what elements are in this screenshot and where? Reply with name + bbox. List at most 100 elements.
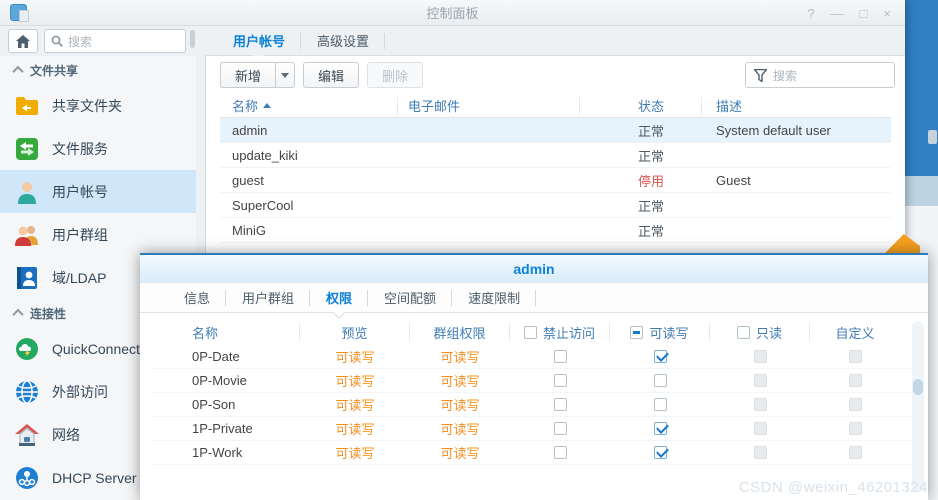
app-icon	[10, 4, 27, 21]
ro-all-checkbox[interactable]	[737, 326, 750, 339]
forbid-checkbox[interactable]	[554, 422, 567, 435]
ro-checkbox[interactable]	[754, 350, 767, 363]
perm-row[interactable]: 1P-Private 可读写 可读写	[152, 417, 916, 441]
forbid-checkbox[interactable]	[554, 350, 567, 363]
group-perm: 可读写	[410, 419, 510, 438]
table-row[interactable]: SuperCool 正常	[220, 193, 891, 218]
file-services-icon	[14, 136, 40, 162]
section-label: 文件共享	[30, 62, 78, 79]
perm-col-preview[interactable]: 预览	[300, 323, 410, 341]
perm-row[interactable]: 1P-Work 可读写 可读写	[152, 441, 916, 465]
minimize-icon[interactable]: —	[831, 6, 844, 21]
column-header-desc[interactable]: 描述	[702, 97, 891, 115]
forbid-checkbox[interactable]	[554, 398, 567, 411]
perm-row[interactable]: 0P-Son 可读写 可读写	[152, 393, 916, 417]
close-icon[interactable]: ×	[883, 6, 891, 21]
tab-speed-limit[interactable]: 速度限制	[452, 283, 536, 312]
delete-button[interactable]: 删除	[367, 62, 423, 88]
custom-checkbox[interactable]	[849, 422, 862, 435]
sidebar-item-file-services[interactable]: 文件服务	[0, 127, 196, 170]
ro-checkbox[interactable]	[754, 446, 767, 459]
user-table: 名称 电子邮件 状态 描述 admin 正常 System default us…	[220, 94, 891, 243]
custom-checkbox[interactable]	[849, 398, 862, 411]
tab-info[interactable]: 信息	[168, 283, 226, 312]
external-access-icon	[14, 379, 40, 405]
ro-checkbox[interactable]	[754, 398, 767, 411]
search-icon	[51, 35, 63, 47]
perm-row[interactable]: 0P-Movie 可读写 可读写	[152, 369, 916, 393]
sidebar-scrollbar-thumb[interactable]	[190, 30, 195, 48]
tab-label: 高级设置	[317, 31, 369, 50]
search-placeholder: 搜索	[68, 33, 92, 50]
column-header-name[interactable]: 名称	[220, 97, 398, 115]
add-button[interactable]: 新增	[220, 62, 275, 88]
sidebar-section-file-sharing[interactable]: 文件共享	[0, 56, 196, 84]
column-header-email[interactable]: 电子邮件	[398, 97, 580, 115]
preview-perm: 可读写	[300, 395, 410, 414]
home-button[interactable]	[8, 29, 38, 53]
wallpaper-band	[905, 176, 938, 206]
filter-placeholder: 搜索	[773, 67, 797, 84]
csdn-watermark: CSDN @weixin_46201324	[739, 479, 928, 496]
network-icon	[14, 422, 40, 448]
edit-button[interactable]: 编辑	[303, 62, 359, 88]
tab-quota[interactable]: 空间配额	[368, 283, 452, 312]
dialog-scrollbar[interactable]	[912, 321, 924, 492]
titlebar[interactable]: 控制面板 ? — □ ×	[0, 0, 905, 26]
rw-checkbox[interactable]	[654, 374, 667, 387]
forbid-checkbox[interactable]	[554, 446, 567, 459]
perm-col-ro[interactable]: 只读	[710, 323, 810, 341]
search-input[interactable]: 搜索	[44, 29, 186, 53]
tab-permissions[interactable]: 权限	[310, 283, 368, 312]
tab-user-accounts[interactable]: 用户帐号	[217, 26, 301, 55]
dialog-titlebar[interactable]: admin	[140, 255, 928, 283]
table-row[interactable]: MiniG 正常	[220, 218, 891, 243]
forbid-checkbox[interactable]	[554, 374, 567, 387]
help-icon[interactable]: ?	[807, 6, 814, 21]
perm-col-group[interactable]: 群组权限	[410, 323, 510, 341]
user-name: admin	[220, 123, 398, 138]
filter-icon	[754, 69, 767, 82]
table-row[interactable]: update_kiki 正常	[220, 143, 891, 168]
sidebar-item-user-accounts[interactable]: 用户帐号	[0, 170, 196, 213]
perm-row[interactable]: 0P-Date 可读写 可读写	[152, 345, 916, 369]
custom-checkbox[interactable]	[849, 350, 862, 363]
perm-col-rw[interactable]: 可读写	[610, 323, 710, 341]
table-row[interactable]: admin 正常 System default user	[220, 118, 891, 143]
perm-col-custom[interactable]: 自定义	[810, 323, 900, 341]
custom-checkbox[interactable]	[849, 374, 862, 387]
ro-checkbox[interactable]	[754, 374, 767, 387]
rw-all-checkbox[interactable]	[630, 326, 643, 339]
user-name: update_kiki	[220, 148, 398, 163]
section-label: 连接性	[30, 305, 66, 322]
dialog-tab-bar: 信息 用户群组 权限 空间配额 速度限制	[140, 283, 928, 313]
tab-advanced-settings[interactable]: 高级设置	[301, 26, 385, 55]
user-status: 正常	[580, 146, 702, 165]
folder-name: 0P-Date	[152, 349, 300, 364]
desktop-scrollbar-thumb[interactable]	[928, 130, 937, 144]
toolbar: 新增 编辑 删除 搜索	[206, 56, 905, 94]
ro-checkbox[interactable]	[754, 422, 767, 435]
user-name: MiniG	[220, 223, 398, 238]
add-dropdown-button[interactable]	[275, 62, 295, 88]
group-perm: 可读写	[410, 371, 510, 390]
rw-checkbox[interactable]	[654, 422, 667, 435]
table-row[interactable]: guest 停用 Guest	[220, 168, 891, 193]
sidebar-item-user-groups[interactable]: 用户群组	[0, 213, 196, 256]
perm-col-name[interactable]: 名称	[152, 323, 300, 341]
sidebar-item-label: 网络	[52, 425, 80, 445]
forbid-all-checkbox[interactable]	[524, 326, 537, 339]
perm-col-forbid[interactable]: 禁止访问	[510, 323, 610, 341]
rw-checkbox[interactable]	[654, 350, 667, 363]
dialog-scrollbar-thumb[interactable]	[913, 379, 923, 395]
rw-checkbox[interactable]	[654, 446, 667, 459]
user-edit-dialog: admin 信息 用户群组 权限 空间配额 速度限制 名称 预览 群组权限 禁止…	[140, 253, 928, 500]
rw-checkbox[interactable]	[654, 398, 667, 411]
custom-checkbox[interactable]	[849, 446, 862, 459]
sidebar-item-shared-folder[interactable]: 共享文件夹	[0, 84, 196, 127]
filter-search-input[interactable]: 搜索	[745, 62, 895, 88]
maximize-icon[interactable]: □	[860, 6, 868, 21]
folder-name: 1P-Private	[152, 421, 300, 436]
tab-user-groups[interactable]: 用户群组	[226, 283, 310, 312]
column-header-status[interactable]: 状态	[580, 97, 702, 115]
